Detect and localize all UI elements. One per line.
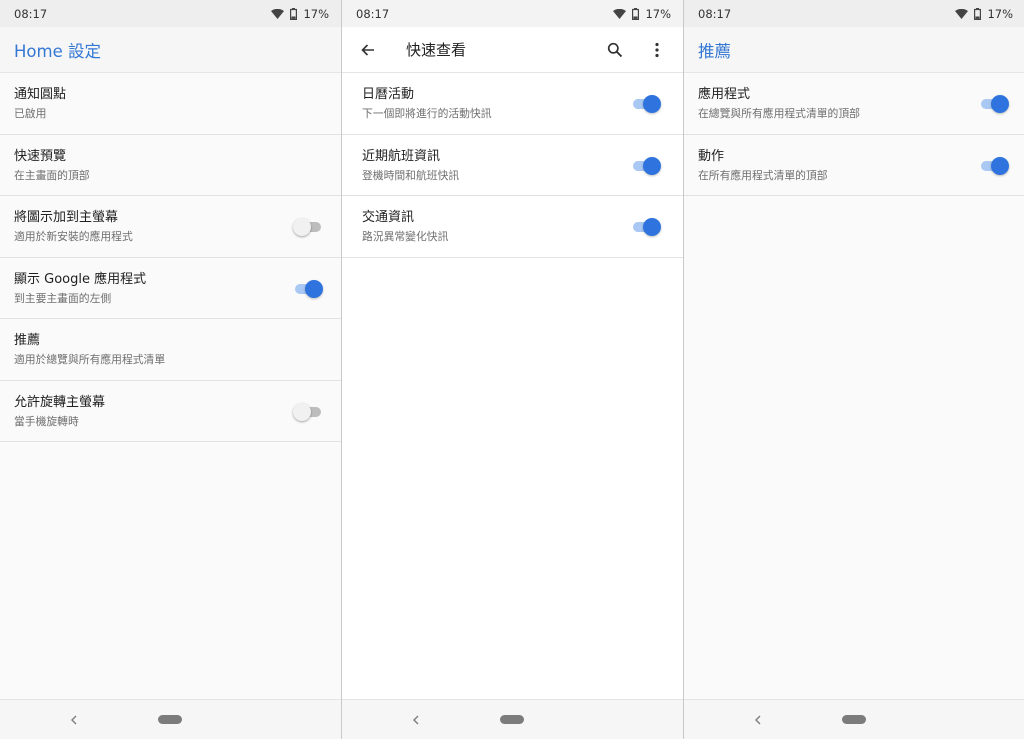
battery-percent: 17% bbox=[303, 6, 329, 21]
screens-container: 08:17 17% Home 設定 通知圓點 已啟用 快速預覽 在主畫面的頂部 … bbox=[0, 0, 1024, 739]
setting-title: 快速預覽 bbox=[14, 148, 67, 164]
setting-subtitle: 當手機旋轉時 bbox=[14, 414, 79, 428]
more-vert-icon[interactable] bbox=[645, 38, 669, 62]
search-icon[interactable] bbox=[603, 38, 627, 62]
wifi-icon bbox=[271, 8, 285, 19]
setting-add-icon-to-home[interactable]: 將圖示加到主螢幕 適用於新安裝的應用程式 bbox=[0, 196, 341, 258]
page-title: 推薦 bbox=[698, 41, 731, 61]
setting-suggestions[interactable]: 推薦 適用於總覽與所有應用程式清單 bbox=[0, 319, 341, 381]
status-bar: 08:17 17% bbox=[0, 0, 341, 27]
actions-toggle[interactable] bbox=[979, 156, 1009, 175]
setting-quick-glance[interactable]: 快速預覽 在主畫面的頂部 bbox=[0, 135, 341, 196]
setting-notification-dots[interactable]: 通知圓點 已啟用 bbox=[0, 73, 341, 135]
nav-back-icon[interactable] bbox=[408, 712, 424, 728]
status-time: 08:17 bbox=[356, 6, 390, 21]
setting-title: 動作 bbox=[698, 148, 725, 164]
setting-subtitle: 已啟用 bbox=[14, 107, 47, 120]
nav-bar bbox=[342, 699, 683, 739]
setting-title: 交通資訊 bbox=[362, 210, 415, 225]
setting-subtitle: 在總覽與所有應用程式清單的頂部 bbox=[698, 107, 860, 120]
setting-apps[interactable]: 應用程式 在總覽與所有應用程式清單的頂部 bbox=[684, 73, 1024, 135]
apps-toggle[interactable] bbox=[979, 95, 1009, 113]
status-time: 08:17 bbox=[698, 6, 732, 21]
settings-list: 通知圓點 已啟用 快速預覽 在主畫面的頂部 將圖示加到主螢幕 適用於新安裝的應用… bbox=[0, 73, 341, 442]
battery-percent: 17% bbox=[987, 6, 1013, 21]
setting-subtitle: 登機時間和航班快訊 bbox=[362, 168, 460, 182]
battery-icon bbox=[632, 7, 640, 20]
nav-home-pill-icon[interactable] bbox=[500, 715, 524, 724]
battery-icon bbox=[290, 7, 298, 20]
setting-title: 推薦 bbox=[14, 333, 41, 348]
setting-subtitle: 到主要主畫面的左側 bbox=[14, 291, 112, 305]
setting-traffic-info[interactable]: 交通資訊 路況異常變化快訊 bbox=[342, 196, 683, 258]
flight-toggle[interactable] bbox=[631, 156, 661, 175]
nav-bar bbox=[0, 699, 341, 739]
quick-glance-screen: 08:17 17% 快速查看 日曆活動 下一個即將進行的活動快訊 近期航班資訊 … bbox=[342, 0, 683, 739]
page-title: Home 設定 bbox=[14, 41, 101, 61]
app-bar: Home 設定 bbox=[0, 27, 341, 73]
setting-title: 將圖示加到主螢幕 bbox=[14, 210, 119, 225]
setting-title: 允許旋轉主螢幕 bbox=[14, 394, 106, 410]
setting-title: 顯示 Google 應用程式 bbox=[14, 271, 147, 287]
nav-back-icon[interactable] bbox=[750, 712, 766, 728]
rotation-toggle[interactable] bbox=[293, 402, 323, 421]
setting-calendar-events[interactable]: 日曆活動 下一個即將進行的活動快訊 bbox=[342, 73, 683, 135]
nav-back-icon[interactable] bbox=[66, 712, 82, 728]
suggestions-list: 應用程式 在總覽與所有應用程式清單的頂部 動作 在所有應用程式清單的頂部 bbox=[684, 73, 1024, 196]
battery-percent: 17% bbox=[645, 6, 671, 21]
nav-bar bbox=[684, 699, 1024, 739]
battery-icon bbox=[974, 7, 982, 20]
setting-title: 通知圓點 bbox=[14, 87, 67, 102]
page-title: 快速查看 bbox=[406, 41, 467, 59]
nav-home-pill-icon[interactable] bbox=[158, 715, 182, 724]
quick-glance-list: 日曆活動 下一個即將進行的活動快訊 近期航班資訊 登機時間和航班快訊 交通資訊 … bbox=[342, 73, 683, 258]
setting-subtitle: 適用於總覽與所有應用程式清單 bbox=[14, 353, 166, 366]
google-app-toggle[interactable] bbox=[293, 279, 323, 298]
setting-title: 近期航班資訊 bbox=[362, 148, 441, 164]
home-settings-screen: 08:17 17% Home 設定 通知圓點 已啟用 快速預覽 在主畫面的頂部 … bbox=[0, 0, 341, 739]
suggestions-screen: 08:17 17% 推薦 應用程式 在總覽與所有應用程式清單的頂部 動作 在所有… bbox=[684, 0, 1024, 739]
setting-allow-rotation[interactable]: 允許旋轉主螢幕 當手機旋轉時 bbox=[0, 381, 341, 442]
calendar-toggle[interactable] bbox=[631, 95, 661, 113]
setting-flight-info[interactable]: 近期航班資訊 登機時間和航班快訊 bbox=[342, 135, 683, 196]
arrow-back-icon[interactable] bbox=[356, 38, 380, 62]
setting-actions[interactable]: 動作 在所有應用程式清單的頂部 bbox=[684, 135, 1024, 196]
wifi-icon bbox=[955, 8, 969, 19]
add-icon-toggle[interactable] bbox=[293, 218, 323, 236]
status-bar: 08:17 17% bbox=[342, 0, 683, 27]
setting-subtitle: 下一個即將進行的活動快訊 bbox=[362, 107, 492, 120]
nav-home-pill-icon[interactable] bbox=[842, 715, 866, 724]
traffic-toggle[interactable] bbox=[631, 218, 661, 236]
wifi-icon bbox=[613, 8, 627, 19]
setting-subtitle: 路況異常變化快訊 bbox=[362, 230, 449, 243]
setting-title: 日曆活動 bbox=[362, 87, 415, 102]
setting-show-google-app[interactable]: 顯示 Google 應用程式 到主要主畫面的左側 bbox=[0, 258, 341, 319]
setting-title: 應用程式 bbox=[698, 87, 751, 102]
status-time: 08:17 bbox=[14, 6, 48, 21]
setting-subtitle: 適用於新安裝的應用程式 bbox=[14, 230, 133, 243]
app-bar: 快速查看 bbox=[342, 27, 683, 73]
setting-subtitle: 在主畫面的頂部 bbox=[14, 168, 90, 182]
setting-subtitle: 在所有應用程式清單的頂部 bbox=[698, 168, 828, 182]
status-bar: 08:17 17% bbox=[684, 0, 1024, 27]
app-bar: 推薦 bbox=[684, 27, 1024, 73]
